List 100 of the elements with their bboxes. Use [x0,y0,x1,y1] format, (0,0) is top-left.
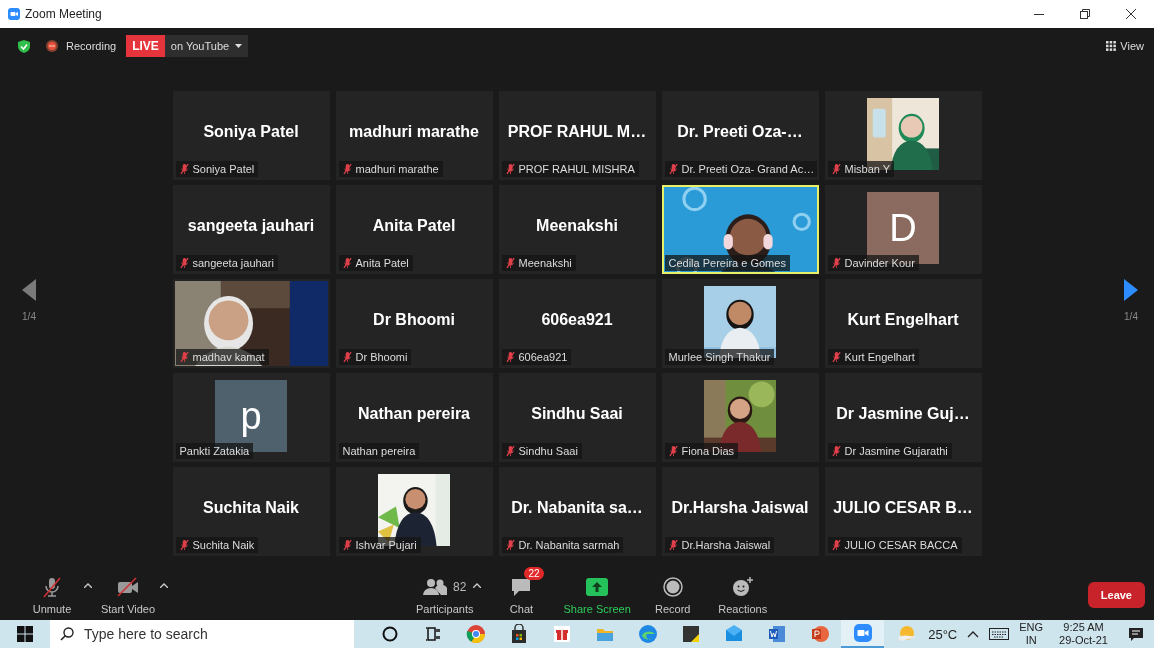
record-button[interactable]: Record [642,567,703,615]
search-icon [60,627,74,641]
participant-name: Nathan pereira [357,404,470,423]
participant-name: 606ea921 [541,310,613,329]
participant-label: PROF RAHUL MISHRA [518,163,635,175]
participant-label: Davinder Kour [844,257,915,269]
participant-name: JULIO CESAR B… [833,498,973,517]
keyboard-icon[interactable] [989,628,1010,640]
view-button[interactable]: View [1106,40,1144,52]
participant-label: Cedila Pereira e Gomes [668,257,786,269]
notification-icon[interactable] [1128,626,1144,642]
leave-button[interactable]: Leave [1087,582,1145,608]
button-label: Participants [416,603,474,615]
people-icon [423,578,448,596]
participant-label: Misban Y [844,163,891,175]
temperature: 25°C [928,626,958,642]
right-arrow-icon [1124,279,1138,301]
participant-name: Meenakshi [536,216,618,235]
share-button[interactable]: Share Screen [561,567,633,615]
clock-date: 29-Oct-21 [1059,634,1108,647]
participant-label: Dr. Nabanita sarmah [518,539,620,551]
participant-label: Anita Patel [355,257,409,269]
mic-button[interactable]: Unmute [22,567,82,615]
participant-name: sangeeta jauhari [187,216,315,235]
participant-label: Pankti Zatakia [179,445,250,457]
caret-up-icon[interactable] [967,630,980,638]
participant-name: Kurt Engelhart [847,310,959,329]
button-label: Chat [509,603,534,615]
video-button[interactable]: Start Video [98,567,158,615]
share-screen-icon [586,578,609,596]
participant-label: Sindhu Saai [518,445,578,457]
clock-time: 9:25 AM [1063,621,1104,634]
participant-name: Sindhu Saai [531,404,623,423]
stream-dropdown[interactable]: on YouTube [164,35,249,57]
edge-icon [637,624,658,644]
window-title: Zoom Meeting [25,7,103,21]
live-badge: LIVE [126,35,165,57]
participant-label: JULIO CESAR BACCA [844,539,958,551]
sticky-note-icon [680,624,701,644]
participant-label: Dr. Preeti Oza- Grand Ac… [681,163,815,175]
unread-badge: 22 [524,567,544,580]
button-label: Share Screen [563,603,631,615]
participant-label: Murlee Singh Thakur [668,351,771,363]
windows-logo-icon[interactable] [17,626,33,642]
participant-name: Soniya Patel [203,122,299,141]
button-label: Unmute [32,603,72,615]
button-label: Reactions [718,603,768,615]
chrome-icon [465,624,486,644]
participant-name: madhuri marathe [349,122,479,141]
button-label: Record [655,603,691,615]
participants-button[interactable]: 82 Participants [414,567,476,615]
participant-label: Kurt Engelhart [844,351,915,363]
search-field[interactable]: Type here to search [50,620,354,648]
participant-name: Dr.Harsha Jaiswal [671,498,809,517]
grid-icon [1106,41,1117,51]
participant-label: Ishvar Pujari [355,539,417,551]
participant-name: Dr Bhoomi [373,310,455,329]
mail-icon [723,624,744,644]
shield-icon [18,39,30,53]
participant-name: Dr. Preeti Oza-… [677,122,803,141]
participant-label: Nathan pereira [342,445,416,457]
participant-name: PROF RAHUL M… [507,122,647,141]
participant-label: sangeeta jauhari [192,257,274,269]
participant-label: Dr.Harsha Jaiswal [681,539,771,551]
participant-label: 606ea921 [518,351,568,363]
video-camera-icon [852,623,873,643]
participant-label: Fiona Dias [681,445,735,457]
participant-count: 82 [453,580,467,594]
left-arrow-icon [22,279,36,301]
participant-label: Dr Jasmine Gujarathi [844,445,948,457]
participant-name: Dr. Nabanita sa… [511,498,643,517]
participant-name: Suchita Naik [203,498,299,517]
participant-label: madhav kamat [192,351,265,363]
zoom-logo-icon [8,8,20,20]
participant-name: Dr Jasmine Guj… [836,404,970,423]
input-region: IN [1025,634,1037,647]
button-label: Start Video [100,603,156,615]
participant-name: Anita Patel [372,216,456,235]
word-icon [766,624,787,644]
participant-label: Suchita Naik [192,539,255,551]
muted-mic-icon [42,576,62,598]
record-icon [662,577,683,597]
smiley-plus-icon [731,577,754,597]
chat-button[interactable]: Chat 22 [491,567,552,615]
input-language: ENG [1019,621,1044,634]
participant-label: Dr Bhoomi [355,351,408,363]
chat-icon [510,577,533,597]
next-page-button[interactable]: 1/4 [1124,279,1138,322]
gift-icon [551,624,572,644]
search-field[interactable]: Type here to search [82,625,336,643]
recording-icon [46,40,58,52]
video-off-icon [116,577,140,597]
restore-icon [1080,9,1090,19]
participant-label: Soniya Patel [192,163,255,175]
participant-label: madhuri marathe [355,163,439,175]
participant-label: Meenakshi [518,257,572,269]
caret-icon [235,44,243,48]
reactions-button[interactable]: Reactions [712,567,773,615]
powerpoint-icon [809,624,830,644]
close-icon [1126,9,1136,19]
